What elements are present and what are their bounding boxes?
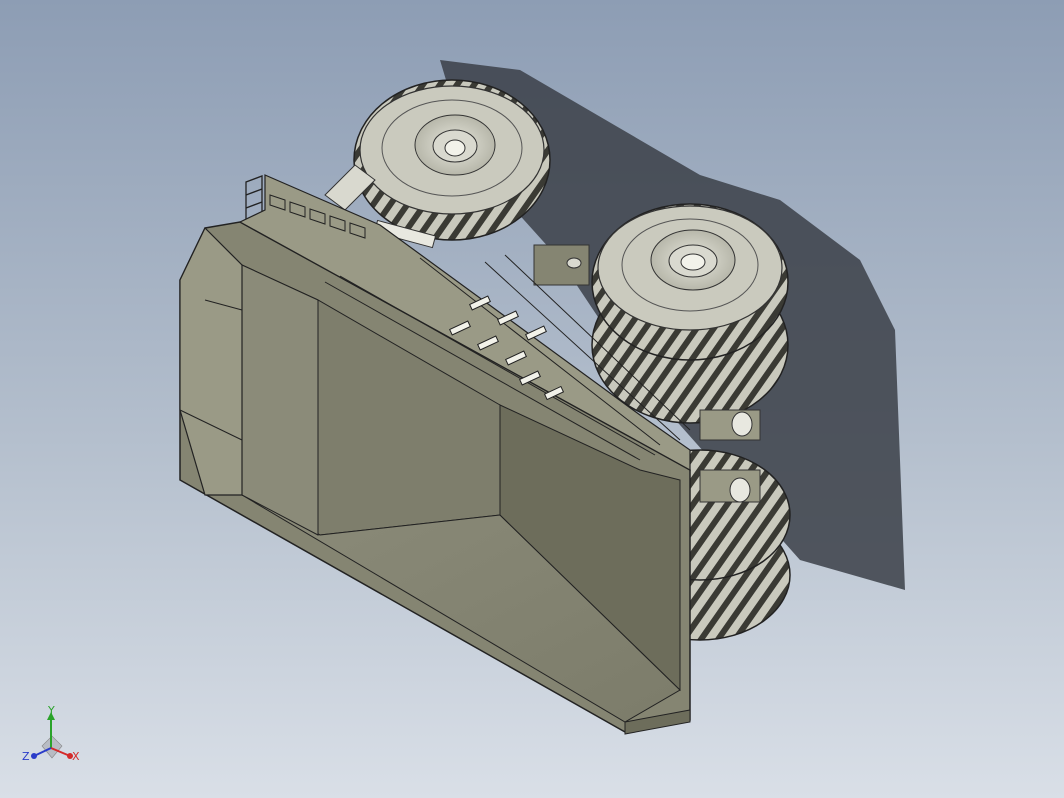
z-axis-label: Z <box>22 750 30 763</box>
tire-dual-upper[interactable] <box>591 203 789 424</box>
z-axis-arrowhead <box>31 753 37 759</box>
y-axis-label: Y <box>47 706 55 717</box>
tire-top[interactable] <box>353 79 551 241</box>
x-axis-label: X <box>72 750 80 763</box>
view-orientation-triad[interactable]: Y X Z <box>20 706 84 770</box>
3d-viewport[interactable]: Y X Z <box>0 0 1064 798</box>
model-scene[interactable] <box>0 0 1064 798</box>
